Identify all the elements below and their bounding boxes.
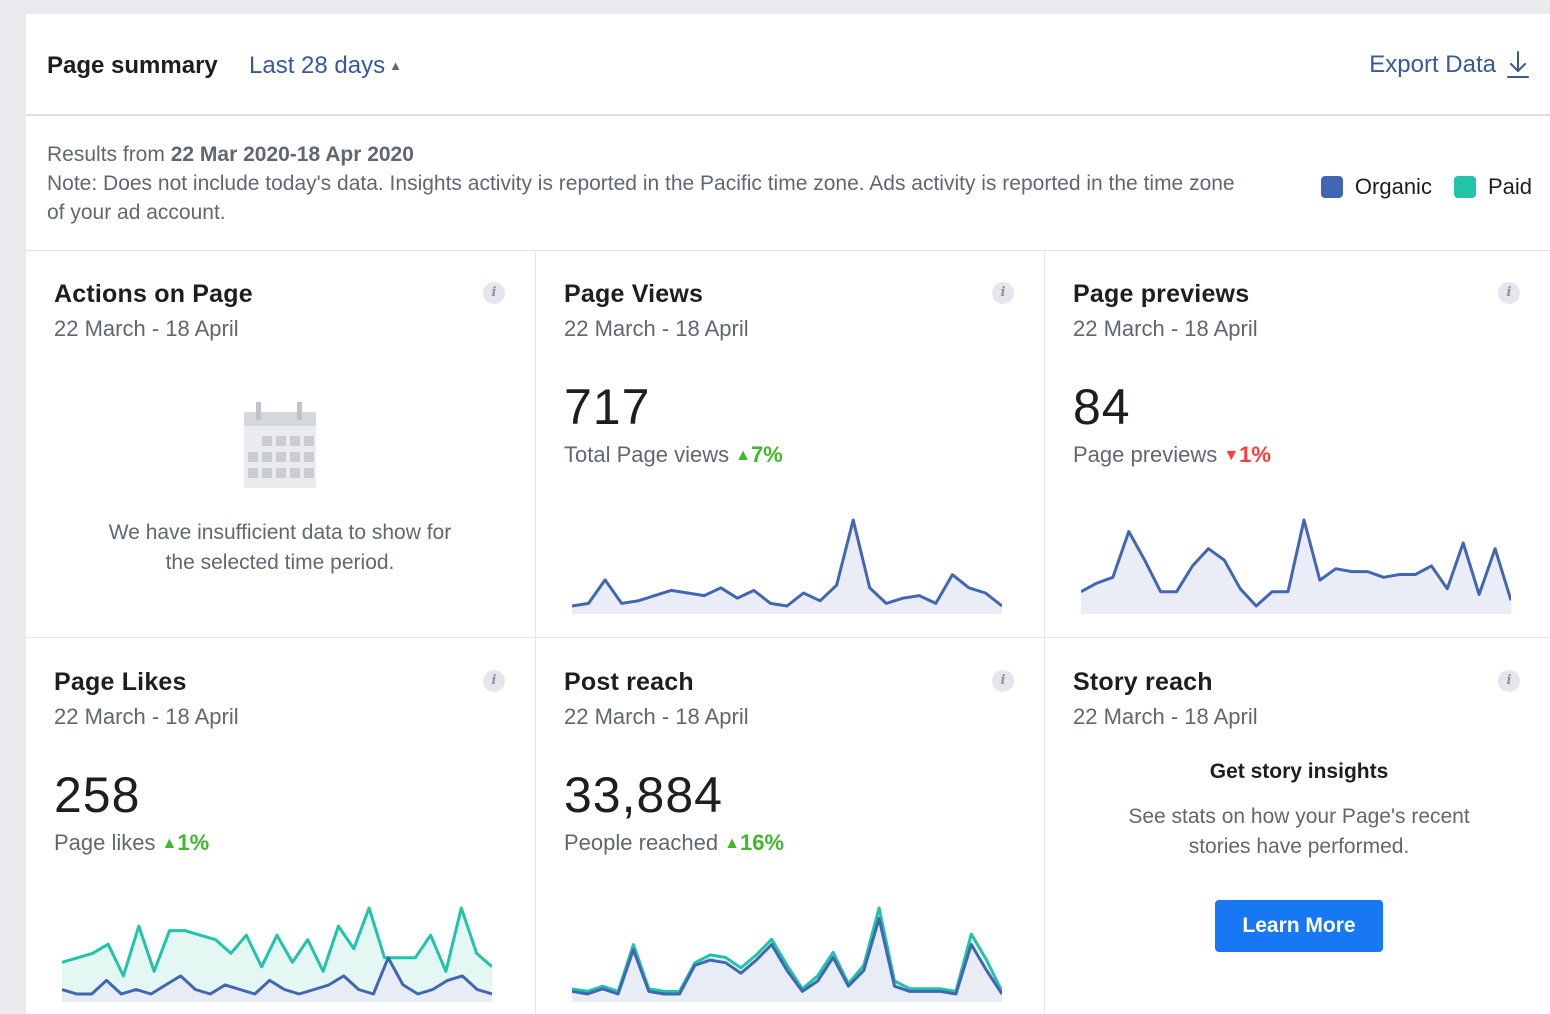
results-prefix: Results from xyxy=(47,143,165,166)
page-previews-chart xyxy=(1081,518,1511,614)
card-date: 22 March - 18 April xyxy=(1073,316,1258,341)
page-title: Page summary xyxy=(47,52,218,79)
arrow-up-icon: ▲ xyxy=(735,447,751,464)
card-story-reach[interactable]: Story reach 22 March - 18 April i Get st… xyxy=(1045,638,1550,1014)
delta-value: 1% xyxy=(177,830,210,855)
export-data-label: Export Data xyxy=(1369,51,1496,78)
story-text-line-2: stories have performed. xyxy=(1188,835,1410,858)
series-area-0 xyxy=(1081,520,1511,614)
metric-label-row: People reached ▲16% xyxy=(564,830,784,856)
card-title: Post reach xyxy=(564,668,694,696)
legend: Organic Paid xyxy=(1299,174,1532,200)
delta-up: ▲1% xyxy=(162,830,210,855)
empty-line-2: the selected time period. xyxy=(165,551,395,574)
card-date: 22 March - 18 April xyxy=(564,704,749,729)
card-actions-on-page[interactable]: Actions on Page 22 March - 18 April i We… xyxy=(26,250,536,638)
info-icon[interactable]: i xyxy=(483,282,505,304)
metric-value: 258 xyxy=(54,767,141,823)
results-range: 22 Mar 2020-18 Apr 2020 xyxy=(170,143,414,166)
card-page-previews[interactable]: Page previews 22 March - 18 April i 84 P… xyxy=(1045,250,1550,638)
info-icon[interactable]: i xyxy=(992,282,1014,304)
download-icon xyxy=(1507,51,1529,78)
date-range-label: Last 28 days xyxy=(249,52,386,79)
metric-label: Page likes xyxy=(54,830,156,855)
results-note: Results from 22 Mar 2020-18 Apr 2020 Not… xyxy=(47,140,1247,227)
legend-paid: Paid xyxy=(1453,174,1532,200)
metric-label-row: Page previews ▼1% xyxy=(1073,442,1271,468)
card-title: Page previews xyxy=(1073,280,1250,308)
organic-swatch xyxy=(1320,176,1343,198)
card-page-views[interactable]: Page Views 22 March - 18 April i 717 Tot… xyxy=(536,250,1045,638)
metric-label: People reached xyxy=(564,830,719,855)
card-title: Page Likes xyxy=(54,668,187,696)
card-date: 22 March - 18 April xyxy=(54,704,239,729)
export-data-button[interactable]: Export Data xyxy=(1369,50,1530,80)
metric-label: Total Page views xyxy=(564,442,730,467)
calendar-icon xyxy=(244,402,316,488)
metric-label-row: Total Page views ▲7% xyxy=(564,442,783,468)
story-text-line-1: See stats on how your Page's recent xyxy=(1128,805,1470,828)
timezone-note: Note: Does not include today's data. Ins… xyxy=(47,172,1235,224)
story-insights-heading: Get story insights xyxy=(1209,760,1389,783)
delta-value: 1% xyxy=(1239,442,1271,467)
delta-up: ▲16% xyxy=(724,830,784,855)
info-icon[interactable]: i xyxy=(1498,670,1520,692)
card-title: Story reach xyxy=(1073,668,1213,696)
legend-paid-label: Paid xyxy=(1487,174,1532,199)
info-icon[interactable]: i xyxy=(1498,282,1520,304)
info-icon[interactable]: i xyxy=(483,670,505,692)
paid-swatch xyxy=(1453,176,1476,198)
delta-down: ▼1% xyxy=(1223,442,1271,467)
metric-label: Page previews xyxy=(1073,442,1218,467)
metric-value: 33,884 xyxy=(564,767,723,823)
metric-label-row: Page likes ▲1% xyxy=(54,830,209,856)
card-date: 22 March - 18 April xyxy=(54,316,239,341)
arrow-down-icon: ▼ xyxy=(1223,447,1240,464)
legend-organic-label: Organic xyxy=(1354,174,1432,199)
delta-up: ▲7% xyxy=(735,442,783,467)
arrow-up-icon: ▲ xyxy=(724,835,740,852)
date-range-selector[interactable]: Last 28 days ▲ xyxy=(249,52,402,80)
card-date: 22 March - 18 April xyxy=(1073,704,1258,729)
info-band: Results from 22 Mar 2020-18 Apr 2020 Not… xyxy=(26,116,1550,251)
legend-organic: Organic xyxy=(1320,174,1432,200)
summary-header: Page summary Last 28 days ▲ Export Data xyxy=(26,14,1550,116)
card-date: 22 March - 18 April xyxy=(564,316,749,341)
metric-value: 84 xyxy=(1073,379,1131,435)
sort-updown-icon: ▲ xyxy=(389,58,402,73)
page-summary-panel: Page summary Last 28 days ▲ Export Data R… xyxy=(26,14,1550,1014)
card-page-likes[interactable]: Page Likes 22 March - 18 April i 258 Pag… xyxy=(26,638,536,1014)
delta-value: 7% xyxy=(750,442,783,467)
series-line-0 xyxy=(572,518,1002,608)
metric-value: 717 xyxy=(564,379,651,435)
card-title: Actions on Page xyxy=(54,280,253,308)
empty-line-1: We have insufficient data to show for xyxy=(108,521,452,544)
card-post-reach[interactable]: Post reach 22 March - 18 April i 33,884 … xyxy=(536,638,1045,1014)
delta-value: 16% xyxy=(739,830,785,855)
info-icon[interactable]: i xyxy=(992,670,1014,692)
insufficient-data-message: We have insufficient data to show for th… xyxy=(26,518,534,578)
learn-more-button[interactable]: Learn More xyxy=(1215,900,1383,952)
metrics-grid: Actions on Page 22 March - 18 April i We… xyxy=(26,250,1550,1014)
arrow-up-icon: ▲ xyxy=(161,835,178,852)
page-likes-chart xyxy=(62,906,492,1002)
card-title: Page Views xyxy=(564,280,704,308)
page-views-chart xyxy=(572,518,1002,614)
story-insights-text: See stats on how your Page's recent stor… xyxy=(1045,802,1550,862)
post-reach-chart xyxy=(572,906,1002,1002)
